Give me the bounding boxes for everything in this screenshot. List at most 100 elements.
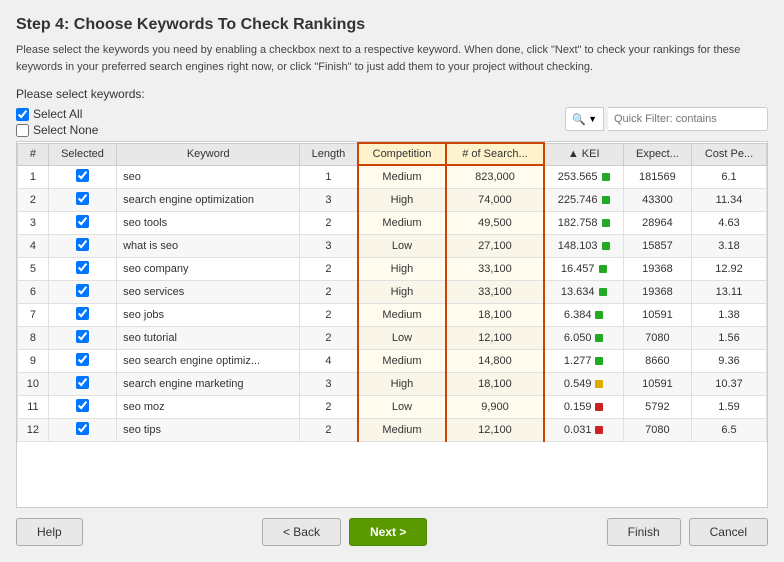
- table-cell[interactable]: [48, 349, 116, 372]
- table-cell: 3: [300, 372, 358, 395]
- kei-dot: [599, 288, 607, 296]
- table-cell: 12,100: [446, 326, 543, 349]
- table-cell: 5792: [623, 395, 691, 418]
- table-row: 4what is seo3Low27,100148.103158573.18: [18, 234, 767, 257]
- kei-dot: [602, 196, 610, 204]
- back-button[interactable]: < Back: [262, 518, 341, 546]
- table-cell: seo search engine optimiz...: [117, 349, 300, 372]
- table-row: 5seo company2High33,10016.4571936812.92: [18, 257, 767, 280]
- table-cell: 19368: [623, 257, 691, 280]
- table-cell: 74,000: [446, 188, 543, 211]
- table-cell: seo moz: [117, 395, 300, 418]
- keywords-table-wrapper: #SelectedKeywordLengthCompetition# of Se…: [16, 141, 768, 508]
- select-all-checkbox[interactable]: Select All: [16, 107, 98, 121]
- table-row: 2search engine optimization3High74,00022…: [18, 188, 767, 211]
- table-cell[interactable]: [48, 280, 116, 303]
- table-cell: 0.549: [544, 372, 624, 395]
- select-none-checkbox[interactable]: Select None: [16, 123, 98, 137]
- table-cell[interactable]: [48, 372, 116, 395]
- kei-dot: [599, 265, 607, 273]
- table-cell: 181569: [623, 165, 691, 188]
- table-cell: seo tutorial: [117, 326, 300, 349]
- col-header-7: Expect...: [623, 143, 691, 165]
- table-row: 1seo1Medium823,000253.5651815696.1: [18, 165, 767, 188]
- table-cell: 2: [18, 188, 49, 211]
- table-cell: 2: [300, 257, 358, 280]
- table-cell[interactable]: [48, 188, 116, 211]
- table-cell: 7080: [623, 418, 691, 441]
- col-header-1: Selected: [48, 143, 116, 165]
- table-cell[interactable]: [48, 395, 116, 418]
- table-cell: 7080: [623, 326, 691, 349]
- col-header-3: Length: [300, 143, 358, 165]
- table-cell: Medium: [358, 303, 447, 326]
- page-title: Step 4: Choose Keywords To Check Ranking…: [16, 16, 768, 34]
- kei-dot: [595, 403, 603, 411]
- search-icon: 🔍: [572, 113, 586, 126]
- table-cell: 18,100: [446, 372, 543, 395]
- next-button[interactable]: Next >: [349, 518, 427, 546]
- table-cell[interactable]: [48, 257, 116, 280]
- table-cell: seo tools: [117, 211, 300, 234]
- keywords-table: #SelectedKeywordLengthCompetition# of Se…: [17, 142, 767, 442]
- table-cell: 16.457: [544, 257, 624, 280]
- filter-input[interactable]: [608, 107, 768, 131]
- table-cell: 2: [300, 418, 358, 441]
- table-cell: 6.050: [544, 326, 624, 349]
- table-cell: 6.5: [692, 418, 767, 441]
- table-cell[interactable]: [48, 211, 116, 234]
- table-cell: 7: [18, 303, 49, 326]
- table-cell: 12,100: [446, 418, 543, 441]
- help-button[interactable]: Help: [16, 518, 83, 546]
- table-cell: 3: [300, 188, 358, 211]
- table-cell: 10591: [623, 303, 691, 326]
- table-cell: 8: [18, 326, 49, 349]
- table-row: 11seo moz2Low9,9000.15957921.59: [18, 395, 767, 418]
- table-cell: 43300: [623, 188, 691, 211]
- table-cell: 12.92: [692, 257, 767, 280]
- kei-dot: [595, 357, 603, 365]
- table-cell: 49,500: [446, 211, 543, 234]
- table-cell: 148.103: [544, 234, 624, 257]
- table-cell: 11: [18, 395, 49, 418]
- table-cell: 4.63: [692, 211, 767, 234]
- table-cell: 28964: [623, 211, 691, 234]
- table-cell: 2: [300, 303, 358, 326]
- table-cell: High: [358, 280, 447, 303]
- table-cell[interactable]: [48, 326, 116, 349]
- table-cell: 1: [18, 165, 49, 188]
- table-cell: 12: [18, 418, 49, 441]
- col-header-5: # of Search...: [446, 143, 543, 165]
- filter-dropdown-button[interactable]: 🔍 ▼: [565, 107, 604, 131]
- table-cell: seo services: [117, 280, 300, 303]
- table-cell: 823,000: [446, 165, 543, 188]
- table-row: 9seo search engine optimiz...4Medium14,8…: [18, 349, 767, 372]
- table-row: 3seo tools2Medium49,500182.758289644.63: [18, 211, 767, 234]
- table-cell[interactable]: [48, 165, 116, 188]
- table-cell: 225.746: [544, 188, 624, 211]
- cancel-button[interactable]: Cancel: [689, 518, 768, 546]
- finish-button[interactable]: Finish: [607, 518, 681, 546]
- kei-dot: [595, 426, 603, 434]
- table-cell: High: [358, 372, 447, 395]
- table-cell: 1.56: [692, 326, 767, 349]
- table-cell: Low: [358, 395, 447, 418]
- description: Please select the keywords you need by e…: [16, 42, 768, 75]
- table-cell: seo jobs: [117, 303, 300, 326]
- table-cell: what is seo: [117, 234, 300, 257]
- table-cell: seo tips: [117, 418, 300, 441]
- table-cell: 6.384: [544, 303, 624, 326]
- table-cell: 13.11: [692, 280, 767, 303]
- table-cell[interactable]: [48, 303, 116, 326]
- table-row: 10search engine marketing3High18,1000.54…: [18, 372, 767, 395]
- table-cell: Medium: [358, 418, 447, 441]
- table-cell: 13.634: [544, 280, 624, 303]
- col-header-8: Cost Pe...: [692, 143, 767, 165]
- col-header-4: Competition: [358, 143, 447, 165]
- table-cell[interactable]: [48, 418, 116, 441]
- table-cell: 27,100: [446, 234, 543, 257]
- table-cell: 1.38: [692, 303, 767, 326]
- table-row: 7seo jobs2Medium18,1006.384105911.38: [18, 303, 767, 326]
- kei-dot: [602, 219, 610, 227]
- table-cell[interactable]: [48, 234, 116, 257]
